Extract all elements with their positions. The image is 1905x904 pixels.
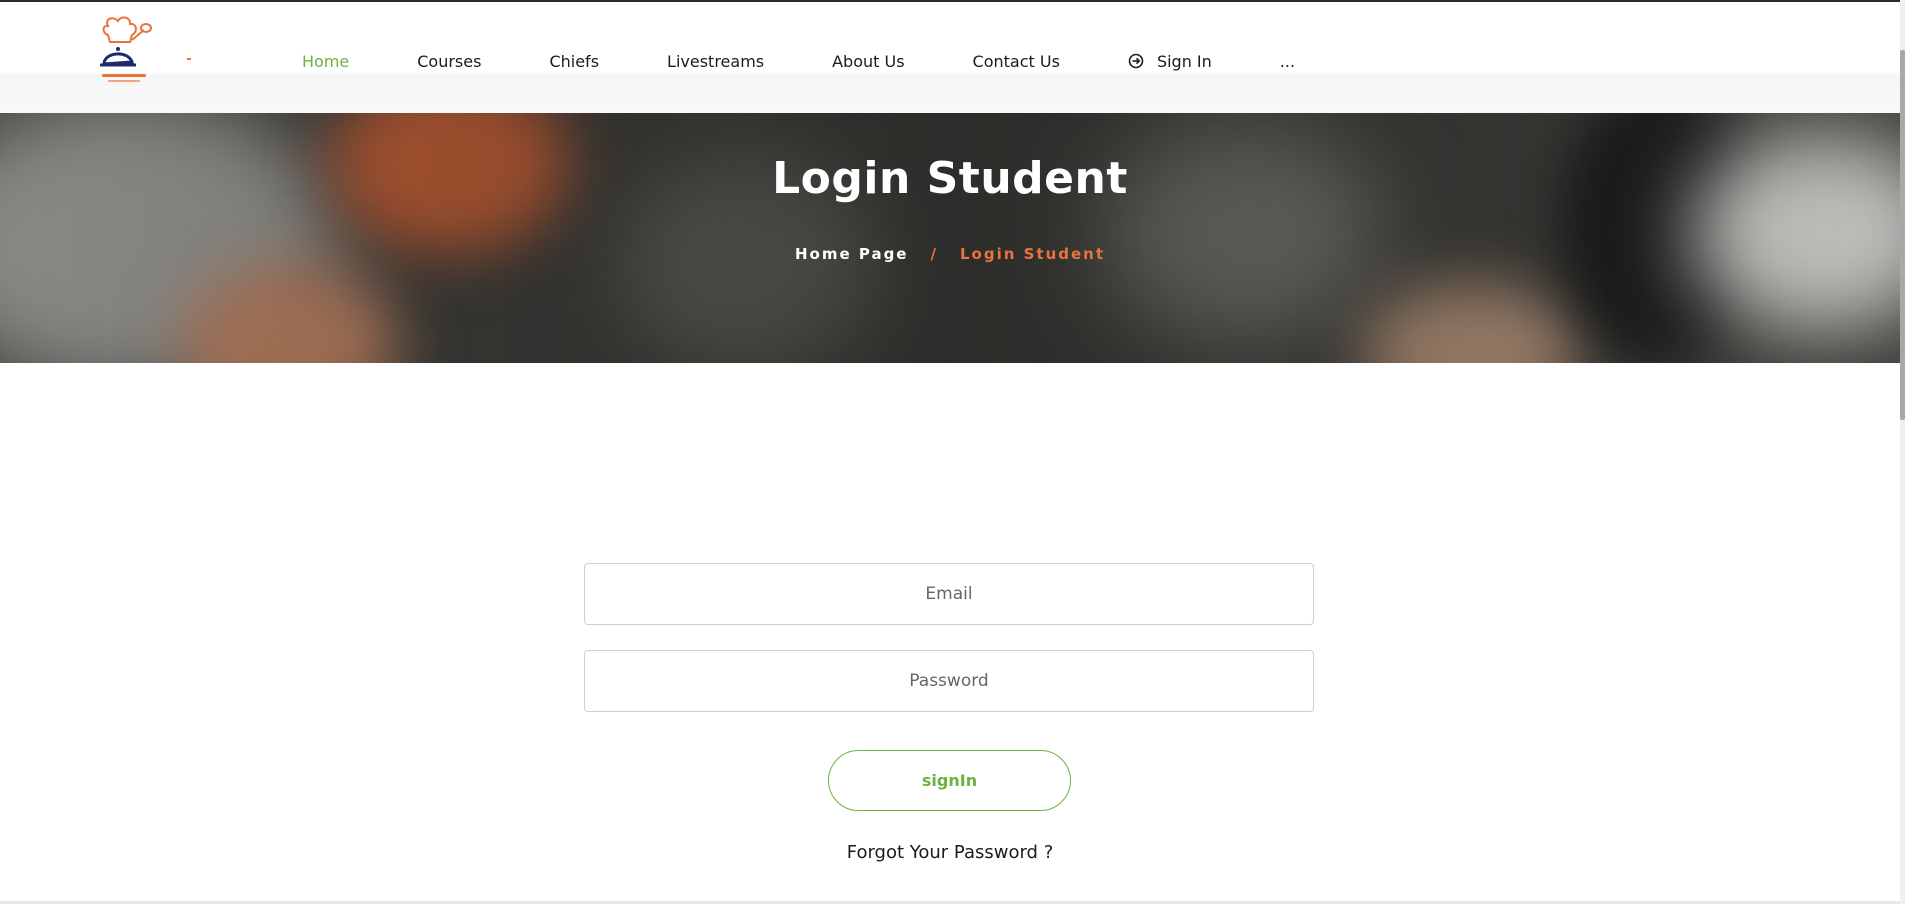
nav-sign-in-label: Sign In	[1156, 51, 1212, 71]
page-title: Login Student	[772, 153, 1128, 204]
breadcrumb-home-link[interactable]: Home Page	[795, 245, 909, 263]
hero-overlay	[0, 113, 1900, 363]
nav-about-us[interactable]: About Us	[832, 52, 904, 71]
hero-banner: Login Student Home Page / Login Student	[0, 113, 1900, 363]
nav-chiefs[interactable]: Chiefs	[549, 52, 599, 71]
logo[interactable]	[94, 16, 158, 90]
nav-home[interactable]: Home	[302, 52, 349, 71]
nav-contact-us[interactable]: Contact Us	[973, 52, 1060, 71]
nav-sign-in[interactable]: Sign In	[1128, 52, 1212, 71]
main-nav: Home Courses Chiefs Livestreams About Us…	[302, 49, 1295, 73]
password-field[interactable]	[584, 650, 1314, 712]
nav-courses[interactable]: Courses	[417, 52, 481, 71]
page-scrollbar[interactable]	[1900, 0, 1905, 904]
breadcrumb-separator: /	[930, 245, 938, 263]
nav-livestreams[interactable]: Livestreams	[667, 52, 764, 71]
logo-accent-dot	[187, 58, 191, 60]
scrollbar-thumb[interactable]	[1900, 50, 1905, 420]
breadcrumb: Home Page / Login Student	[0, 245, 1900, 263]
sign-in-button[interactable]: signIn	[828, 750, 1071, 811]
email-field[interactable]	[584, 563, 1314, 625]
site-header: Home Courses Chiefs Livestreams About Us…	[0, 2, 1900, 113]
forgot-password-link[interactable]: Forgot Your Password ?	[0, 842, 1900, 863]
breadcrumb-current: Login Student	[959, 245, 1106, 263]
nav-more[interactable]: ...	[1280, 52, 1295, 71]
page: Home Courses Chiefs Livestreams About Us…	[0, 0, 1905, 904]
sign-in-icon	[1128, 53, 1144, 69]
